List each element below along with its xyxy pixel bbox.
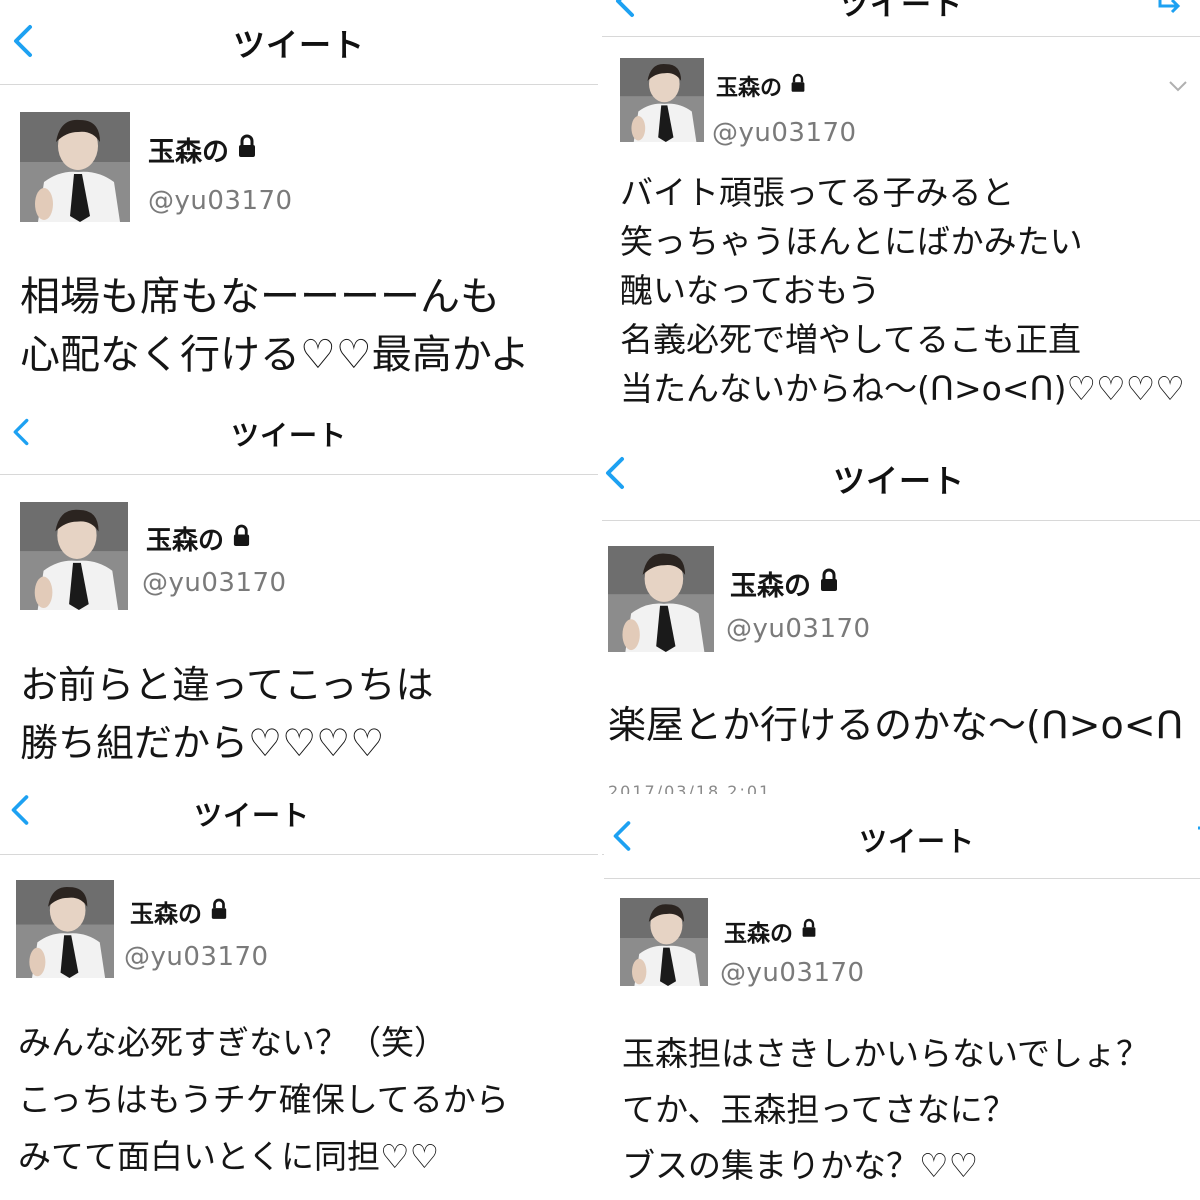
display-name-text: 玉森の <box>724 921 793 947</box>
tweet-line: 相場も席もなーーーーんも <box>20 274 500 320</box>
nav-header: ツイート <box>602 0 1200 40</box>
nav-header: ツイート <box>0 0 598 86</box>
screen-title: ツイート <box>839 0 963 23</box>
display-name-text: 玉森の <box>130 900 202 928</box>
tweet-line: みんな必死すぎない？（笑） <box>18 1023 447 1062</box>
retweet-icon[interactable] <box>1194 826 1200 856</box>
display-name: 玉森の <box>716 70 806 102</box>
tweet-line: 笑っちゃうほんとにばかみたい <box>620 222 1083 261</box>
tweet-text: 楽屋とか行けるのかな〜(ᑎ>o<ᑎ <box>608 696 1183 754</box>
avatar[interactable] <box>20 112 130 222</box>
profile-photo <box>20 502 128 610</box>
profile-photo <box>20 112 130 222</box>
profile-photo <box>16 880 114 978</box>
display-name-text: 玉森の <box>730 571 811 602</box>
tweet-text: お前らと違ってこっちは 勝ち組だから♡♡♡♡ <box>20 656 433 772</box>
tweet-text: 相場も席もなーーーーんも 心配なく行ける♡♡最高かよ <box>20 268 530 384</box>
nav-header: ツイート <box>0 792 604 856</box>
tweet-line: 醜いなっておもう <box>620 271 881 310</box>
avatar[interactable] <box>608 546 714 652</box>
tweet-line: 勝ち組だから♡♡♡♡ <box>20 721 385 765</box>
chevron-left-icon <box>613 821 631 851</box>
display-name-text: 玉森の <box>148 137 229 168</box>
display-name-text: 玉森の <box>146 526 225 556</box>
tweet-line: てか、玉森担ってさなに？ <box>622 1090 1016 1129</box>
user-handle[interactable]: @yu03170 <box>726 614 871 644</box>
tweet-screenshot-3: ツイート 玉森の @yu03170 お前らと違ってこっちは 勝ち組だから♡♡♡♡ <box>0 410 598 792</box>
nav-header: ツイート <box>0 410 598 476</box>
display-name: 玉森の <box>724 914 817 948</box>
header-divider <box>0 84 598 85</box>
screen-title: ツイート <box>858 825 975 858</box>
tweet-text: 玉森担はさきしかいらないでしょ？ てか、玉森担ってさなに？ ブスの集まりかな？♡… <box>622 1026 1149 1194</box>
user-handle[interactable]: @yu03170 <box>720 958 865 988</box>
avatar[interactable] <box>20 502 128 610</box>
retweet-icon[interactable] <box>1156 0 1186 20</box>
tweet-timestamp: 2017/03/18 2:01 <box>608 782 772 794</box>
avatar[interactable] <box>16 880 114 978</box>
display-name: 玉森の <box>730 564 839 603</box>
user-handle[interactable]: @yu03170 <box>142 568 287 598</box>
lock-icon <box>819 568 839 599</box>
lock-icon <box>801 918 817 944</box>
tweet-line: お前らと違ってこっちは <box>20 663 434 707</box>
screen-title: ツイート <box>832 462 965 500</box>
tweet-screenshot-4: ツイート 玉森の @yu03170 楽屋とか行けるのかな〜(ᑎ>o<ᑎ 2017… <box>598 424 1200 794</box>
tweet-line: ブスの集まりかな？♡♡ <box>622 1146 979 1185</box>
lock-icon <box>232 524 251 554</box>
tweet-line: 心配なく行ける♡♡最高かよ <box>20 332 530 378</box>
display-name-text: 玉森の <box>716 76 783 101</box>
tweet-line: バイト頑張ってる子みると <box>620 173 1015 212</box>
screen-title: ツイート <box>232 26 365 64</box>
tweet-screenshot-2: ツイート 玉森の @yu03170 バイト頑張ってる子みると 笑っちゃうほんとに… <box>602 0 1200 420</box>
header-divider <box>0 854 604 855</box>
user-handle[interactable]: @yu03170 <box>124 942 269 972</box>
tweet-line: 楽屋とか行けるのかな〜(ᑎ>o<ᑎ <box>608 703 1184 747</box>
profile-photo <box>620 58 704 142</box>
header-divider <box>602 36 1200 37</box>
tweet-line: こっちはもうチケ確保してるから <box>18 1080 509 1119</box>
avatar[interactable] <box>620 58 704 142</box>
display-name: 玉森の <box>148 130 257 169</box>
tweet-text: バイト頑張ってる子みると 笑っちゃうほんとにばかみたい 醜いなっておもう 名義必… <box>620 168 1185 413</box>
tweet-screenshot-6: ツイート 玉森の @yu03170 玉森担はさきしかいらないでしょ？ てか、玉森… <box>604 796 1200 1200</box>
display-name: 玉森の <box>146 520 251 557</box>
avatar[interactable] <box>620 898 708 986</box>
lock-icon <box>237 134 257 165</box>
back-button[interactable] <box>610 820 634 852</box>
header-divider <box>604 878 1200 879</box>
screen-title: ツイート <box>230 419 347 452</box>
header-divider <box>598 520 1200 521</box>
collage-divider <box>598 0 602 1200</box>
user-handle[interactable]: @yu03170 <box>148 186 293 216</box>
user-handle[interactable]: @yu03170 <box>712 118 857 148</box>
tweet-text: みんな必死すぎない？（笑） こっちはもうチケ確保してるから みてて面白いとくに同… <box>18 1014 509 1185</box>
tweet-line: 玉森担はさきしかいらないでしょ？ <box>622 1034 1150 1073</box>
profile-photo <box>608 546 714 652</box>
chevron-down-icon[interactable] <box>1168 78 1188 97</box>
screen-title: ツイート <box>193 799 310 832</box>
nav-header: ツイート <box>598 424 1200 522</box>
nav-header: ツイート <box>604 796 1200 880</box>
tweet-screenshot-1: ツイート 玉森の @yu03170 相場も席もなーーーーんも 心配なく行ける♡♡… <box>0 0 598 410</box>
display-name: 玉森の <box>130 894 228 929</box>
tweet-line: 名義必死で増やしてるこも正直 <box>620 320 1082 359</box>
header-divider <box>0 474 598 475</box>
profile-photo <box>620 898 708 986</box>
lock-icon <box>790 73 806 99</box>
tweet-line: 当たんないからね〜(ᑎ>o<ᑎ)♡♡♡♡ <box>620 369 1185 408</box>
lock-icon <box>210 898 228 926</box>
tweet-screenshot-5: ツイート 玉森の @yu03170 みんな必死すぎない？（笑） こっちはもうチケ… <box>0 792 604 1200</box>
tweet-line: みてて面白いとくに同担♡♡ <box>18 1137 440 1176</box>
